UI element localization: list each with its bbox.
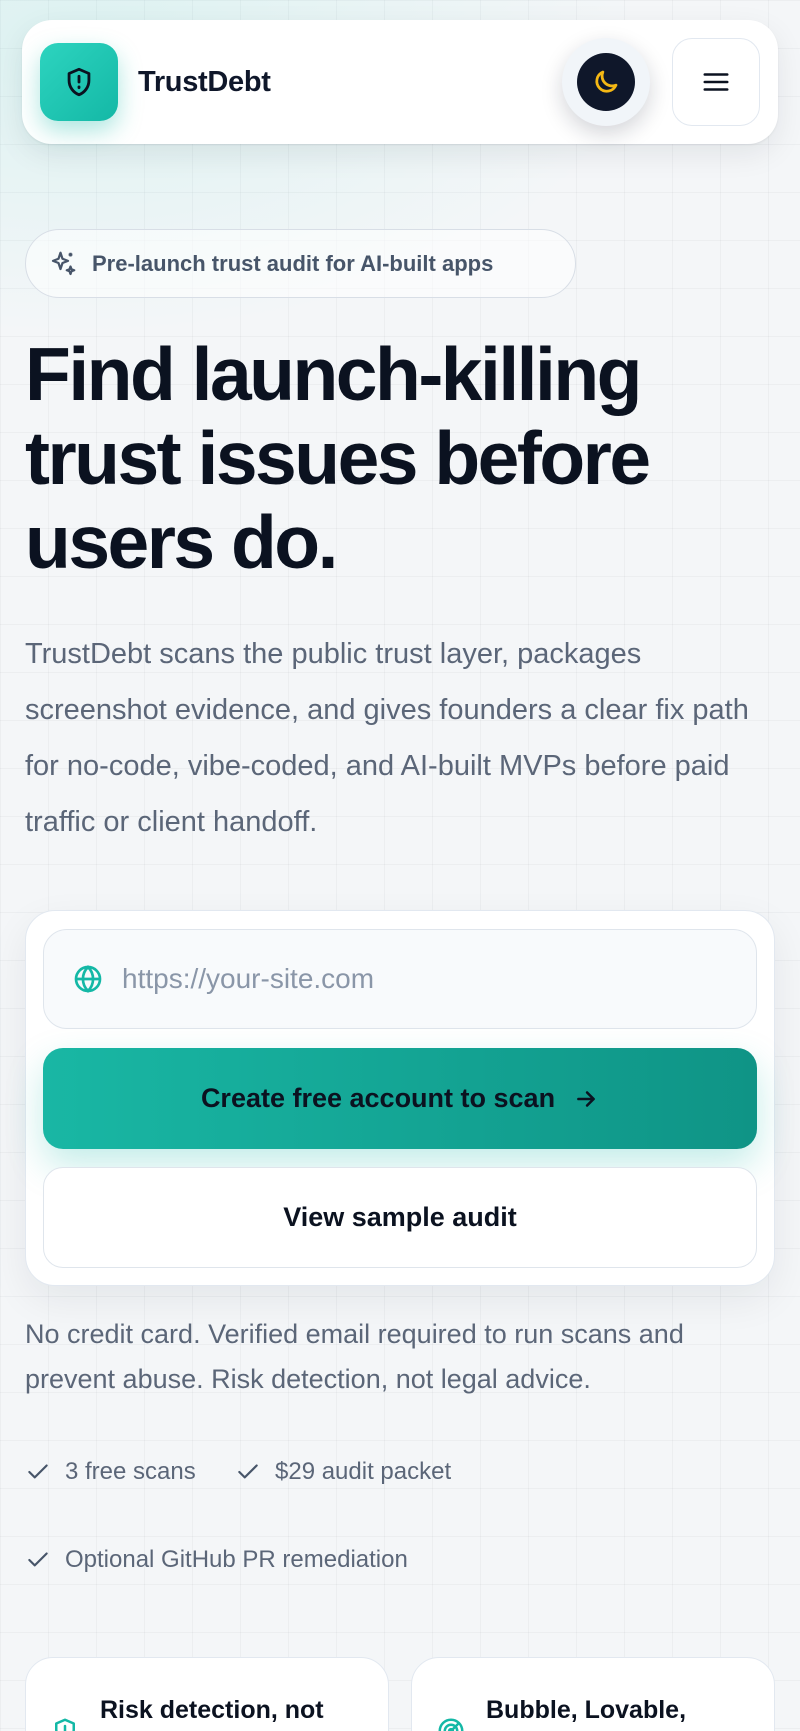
theme-toggle-button[interactable] (577, 53, 635, 111)
check-icon (28, 1464, 48, 1479)
check-label: $29 audit packet (275, 1458, 452, 1485)
check-item: 3 free scans (25, 1458, 196, 1486)
logo-tile[interactable] (40, 43, 118, 121)
view-sample-audit-label: View sample audit (283, 1202, 517, 1232)
check-icon (238, 1464, 258, 1479)
feature-card: Risk detection, not legal advice (25, 1657, 389, 1731)
view-sample-audit-button[interactable]: View sample audit (43, 1167, 757, 1268)
url-field[interactable] (43, 929, 757, 1029)
feature-card: Bubble, Lovable, Replit, Cursor (411, 1657, 775, 1731)
theme-toggle[interactable] (562, 38, 650, 126)
moon-icon (595, 70, 618, 93)
sparkles-icon (51, 251, 76, 275)
brand-name[interactable]: TrustDebt (138, 66, 271, 99)
hero-description: TrustDebt scans the public trust layer, … (25, 638, 749, 838)
scan-card: Create free account to scan View sample … (25, 910, 775, 1286)
radar-icon (438, 1718, 464, 1731)
hero-headline: Find launch-killing trust issues before … (25, 332, 651, 584)
fineprint: No credit card. Verified email required … (25, 1319, 684, 1394)
check-label: Optional GitHub PR remediation (65, 1546, 408, 1573)
arrow-right-icon (577, 1090, 595, 1107)
hamburger-menu-icon (703, 73, 729, 91)
check-label: 3 free scans (65, 1458, 196, 1485)
check-item: Optional GitHub PR remediation (25, 1546, 408, 1574)
menu-button[interactable] (672, 38, 760, 126)
shield-alert-icon (67, 67, 91, 97)
globe-icon (74, 965, 102, 993)
create-account-button[interactable]: Create free account to scan (43, 1048, 757, 1149)
top-navbar: TrustDebt (22, 20, 778, 144)
check-item: $29 audit packet (235, 1458, 451, 1486)
create-account-label: Create free account to scan (200, 1083, 556, 1113)
check-icon (28, 1552, 48, 1567)
feature-label: Bubble, Lovable, Replit, Cursor (486, 1696, 687, 1731)
hero-badge: Pre-launch trust audit for AI-built apps (25, 229, 576, 298)
badge-text: Pre-launch trust audit for AI-built apps (92, 250, 494, 276)
shield-alert-icon (55, 1718, 75, 1731)
url-input[interactable] (122, 963, 722, 995)
feature-label: Risk detection, not legal advice (100, 1696, 324, 1731)
